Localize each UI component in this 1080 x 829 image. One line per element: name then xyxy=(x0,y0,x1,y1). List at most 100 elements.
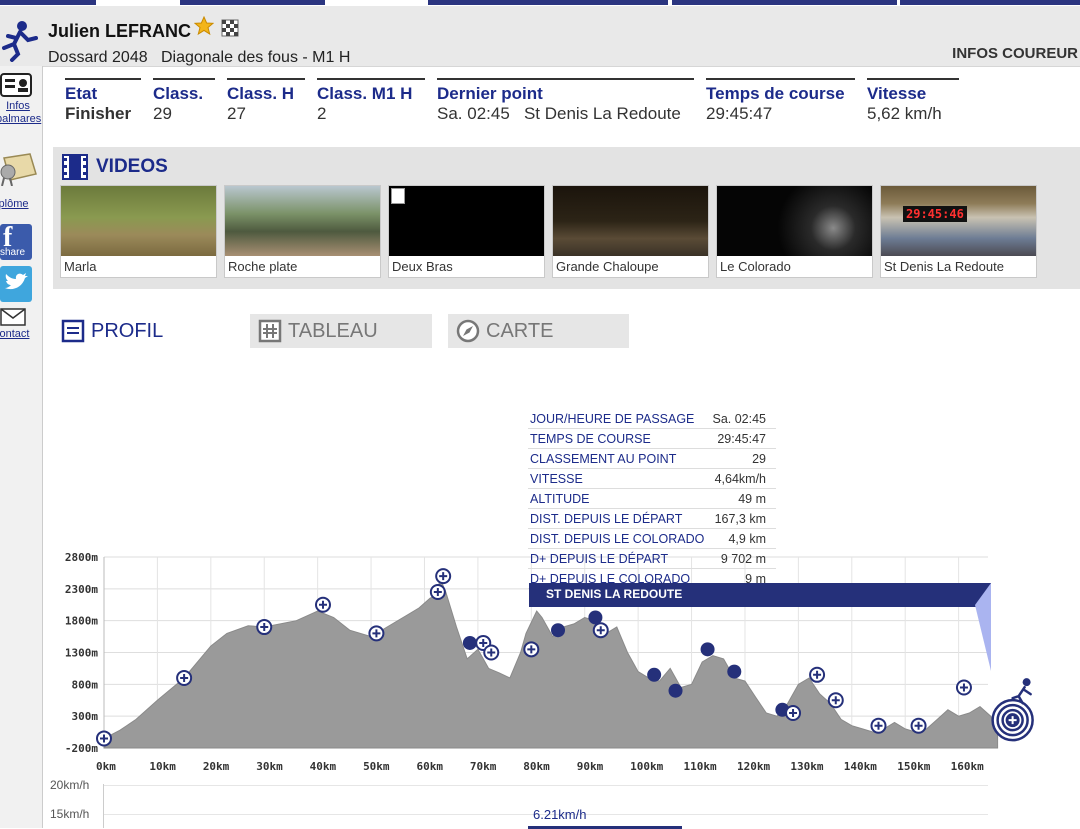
stat-value: 2 xyxy=(317,104,327,123)
x-tick-label: 30km xyxy=(256,760,283,773)
checkpoint-name: ST DENIS LA REDOUTE xyxy=(546,587,683,601)
checkpoint-marker-passed xyxy=(727,664,742,679)
bib-and-race: Dossard 2048 Diagonale des fous - M1 H xyxy=(48,49,351,66)
runner-name: Julien LEFRANC xyxy=(48,21,192,41)
diploma-link[interactable]: diplôme xyxy=(0,198,29,210)
x-tick-label: 60km xyxy=(416,760,443,773)
runner-marker-icon xyxy=(1022,678,1031,687)
banner-pointer xyxy=(975,583,991,671)
video-caption: Grande Chaloupe xyxy=(556,259,659,274)
infos-palmares-link[interactable]: Infos palmares xyxy=(0,100,41,126)
tab-profil[interactable]: PROFIL xyxy=(53,314,223,348)
speed-tooltip-value: 6.21km/h xyxy=(533,807,587,822)
checkpoint-name-banner: ST DENIS LA REDOUTE xyxy=(529,583,991,607)
tooltip-row: VITESSE 4,64km/h xyxy=(528,469,776,489)
id-card-icon[interactable] xyxy=(0,72,32,98)
tooltip-row: TEMPS DE COURSE 29:45:47 xyxy=(528,429,776,449)
tooltip-value: Sa. 02:45 xyxy=(712,412,766,426)
video-thumb-roche-plate[interactable]: Roche plate xyxy=(224,185,381,278)
runner-icon xyxy=(2,21,38,62)
tooltip-key: D+ DEPUIS LE DÉPART xyxy=(530,552,669,566)
checkered-flag-icon xyxy=(221,19,239,37)
stat-label: Vitesse xyxy=(867,84,927,103)
tab-label: CARTE xyxy=(486,320,554,342)
videos-title: VIDEOS xyxy=(96,156,168,177)
tooltip-value: 4,9 km xyxy=(728,532,766,546)
diploma-icon[interactable] xyxy=(0,150,40,186)
stat-label: Dernier point xyxy=(437,84,543,103)
twitter-button[interactable] xyxy=(0,266,32,302)
tooltip-value: 49 m xyxy=(738,492,766,506)
profile-chart-icon xyxy=(61,319,85,343)
envelope-icon[interactable] xyxy=(0,308,26,326)
checkpoint-marker-passed xyxy=(551,623,566,638)
tooltip-key: JOUR/HEURE DE PASSAGE xyxy=(530,412,695,426)
stat-class: Class. 29 xyxy=(153,78,215,124)
y-tick-label: 1800m xyxy=(65,615,98,628)
stat-value: 29 xyxy=(153,104,172,123)
tooltip-key: DIST. DEPUIS LE COLORADO xyxy=(530,532,705,546)
stat-dernier-point: Dernier point Sa. 02:45 St Denis La Redo… xyxy=(437,78,694,124)
tab-tableau[interactable]: TABLEAU xyxy=(250,314,432,348)
video-caption: Roche plate xyxy=(228,259,298,274)
tooltip-row: ALTITUDE 49 m xyxy=(528,489,776,509)
stat-value: 27 xyxy=(227,104,246,123)
tab-label: TABLEAU xyxy=(288,320,378,342)
video-caption: Le Colorado xyxy=(720,259,791,274)
tab-carte[interactable]: CARTE xyxy=(448,314,629,348)
tooltip-row: D+ DEPUIS LE DÉPART 9 702 m xyxy=(528,549,776,569)
compass-icon xyxy=(456,319,480,343)
favorite-star-icon[interactable] xyxy=(194,16,214,36)
video-thumb-grande-chaloupe[interactable]: Grande Chaloupe xyxy=(552,185,709,278)
tooltip-value: 29 xyxy=(752,452,766,466)
x-tick-label: 100km xyxy=(630,760,663,773)
video-preview-forest xyxy=(61,186,216,256)
video-preview-dark xyxy=(717,186,872,256)
checkpoint-marker-passed xyxy=(700,642,715,657)
tooltip-value: 4,64km/h xyxy=(714,472,766,486)
video-preview-night xyxy=(553,186,708,256)
tooltip-value: 167,3 km xyxy=(714,512,766,526)
stat-value: Sa. 02:45 St Denis La Redoute xyxy=(437,104,681,123)
x-tick-label: 140km xyxy=(844,760,877,773)
video-caption: St Denis La Redoute xyxy=(884,259,1004,274)
tooltip-key: TEMPS DE COURSE xyxy=(530,432,651,446)
video-thumb-le-colorado[interactable]: Le Colorado xyxy=(716,185,873,278)
checkpoint-marker-passed xyxy=(462,635,477,650)
x-tick-label: 110km xyxy=(684,760,717,773)
stat-temps: Temps de course 29:45:47 xyxy=(706,78,855,124)
y-tick-label: 800m xyxy=(72,678,99,691)
x-tick-label: 150km xyxy=(897,760,930,773)
tooltip-row: DIST. DEPUIS LE DÉPART 167,3 km xyxy=(528,509,776,529)
stat-label: Temps de course xyxy=(706,84,845,103)
x-tick-label: 20km xyxy=(203,760,230,773)
facebook-share-button[interactable]: f share xyxy=(0,222,32,260)
broken-image-icon xyxy=(391,188,405,204)
video-thumb-marla[interactable]: Marla xyxy=(60,185,217,278)
y-tick-label: 2300m xyxy=(65,583,98,596)
video-preview-crowd xyxy=(225,186,380,256)
x-tick-label: 40km xyxy=(310,760,337,773)
x-tick-label: 80km xyxy=(523,760,550,773)
stat-label: Class. H xyxy=(227,84,295,103)
runner-header: Julien LEFRANC Dossard 2048 Diagonale de… xyxy=(0,6,1080,67)
video-caption: Marla xyxy=(64,259,97,274)
x-tick-label: 120km xyxy=(737,760,770,773)
stat-label: Class. M1 H xyxy=(317,84,413,103)
x-tick-label: 70km xyxy=(470,760,497,773)
video-preview-black xyxy=(389,186,544,256)
finish-clock-display: 29:45:46 xyxy=(903,206,967,222)
stat-label: Etat xyxy=(65,84,98,103)
y-tick-label: -200m xyxy=(65,742,98,755)
videos-panel: VIDEOS Marla Roche plate Deux Bras Grand… xyxy=(53,147,1080,289)
contact-link[interactable]: contact xyxy=(0,328,29,340)
x-tick-label: 0km xyxy=(96,760,116,773)
video-thumb-st-denis[interactable]: 29:45:46 St Denis La Redoute xyxy=(880,185,1037,278)
checkpoint-tooltip: JOUR/HEURE DE PASSAGE Sa. 02:45 TEMPS DE … xyxy=(528,409,776,589)
video-thumb-deux-bras[interactable]: Deux Bras xyxy=(388,185,545,278)
tooltip-key: CLASSEMENT AU POINT xyxy=(530,452,677,466)
tooltip-value: 9 702 m xyxy=(720,552,766,566)
x-tick-label: 130km xyxy=(790,760,823,773)
stat-value: Finisher xyxy=(65,104,132,123)
stat-vitesse: Vitesse 5,62 km/h xyxy=(867,78,959,124)
